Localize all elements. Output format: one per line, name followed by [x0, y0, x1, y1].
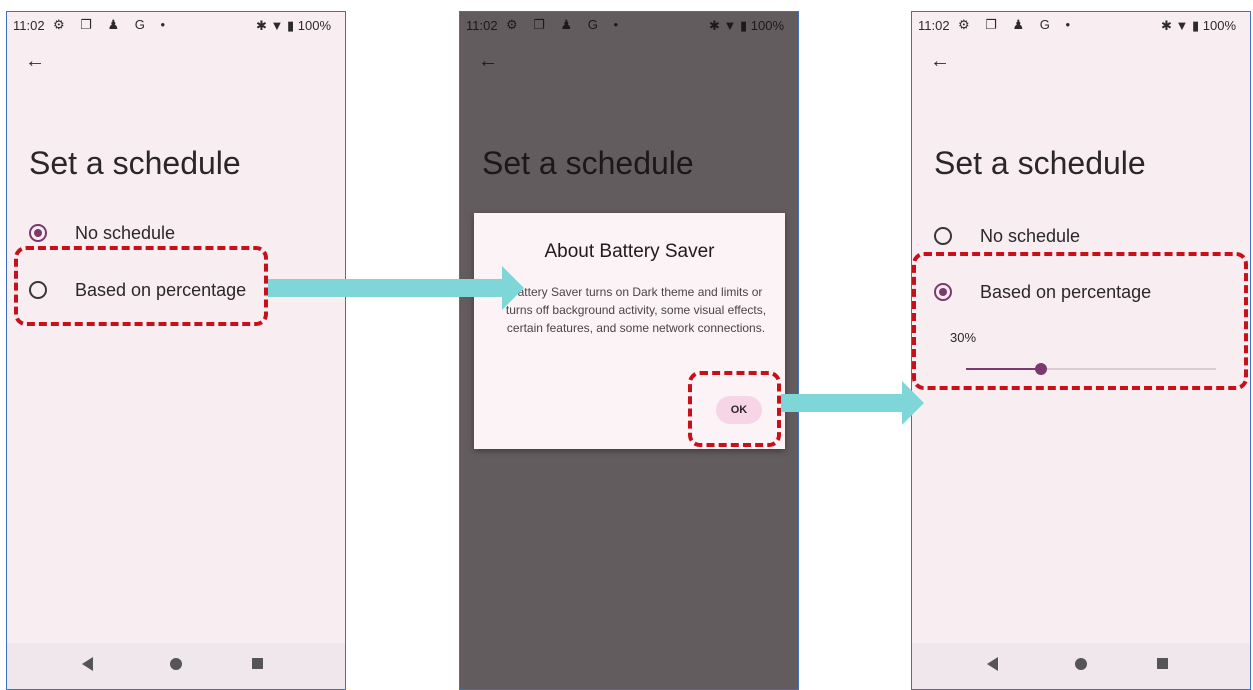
highlight-box: [912, 252, 1248, 390]
option-label: No schedule: [980, 225, 1081, 246]
nav-home-icon[interactable]: [1075, 658, 1087, 670]
flow-arrow-1: [268, 279, 502, 297]
flow-arrowhead-2: [902, 381, 924, 425]
phone-screen-1: 11:02 ⚙ ❐ ♟ G • ✱ ▼ ▮ 100% ← Set a sched…: [6, 11, 346, 690]
flow-arrow-2: [781, 394, 904, 412]
navigation-bar: [7, 643, 345, 689]
option-no-schedule[interactable]: No schedule: [29, 219, 175, 247]
status-icons: ⚙ ❐ ♟ G •: [53, 17, 172, 32]
page-title: Set a schedule: [934, 145, 1146, 181]
back-arrow-icon[interactable]: ←: [25, 50, 45, 73]
nav-back-icon[interactable]: [82, 657, 93, 671]
option-label: No schedule: [75, 222, 176, 243]
status-right: ✱ ▼ ▮ 100%: [256, 18, 331, 33]
nav-home-icon[interactable]: [170, 658, 182, 670]
status-right: ✱ ▼ ▮ 100%: [1161, 18, 1236, 33]
highlight-box: [688, 371, 781, 447]
radio-unselected-icon[interactable]: [934, 227, 952, 245]
nav-recents-icon[interactable]: [1157, 658, 1168, 669]
option-no-schedule[interactable]: No schedule: [934, 222, 1080, 250]
highlight-box: [14, 246, 268, 326]
flow-arrowhead-1: [502, 266, 524, 310]
nav-back-icon[interactable]: [987, 657, 998, 671]
status-time: 11:02: [918, 18, 950, 33]
dialog-body: Battery Saver turns on Dark theme and li…: [505, 285, 767, 335]
status-icons: ⚙ ❐ ♟ G •: [958, 17, 1077, 32]
status-bar: 11:02 ⚙ ❐ ♟ G • ✱ ▼ ▮ 100%: [7, 12, 345, 38]
back-arrow-icon[interactable]: ←: [930, 50, 950, 73]
status-time: 11:02: [13, 18, 45, 33]
status-bar: 11:02 ⚙ ❐ ♟ G • ✱ ▼ ▮ 100%: [912, 12, 1250, 38]
page-title: Set a schedule: [29, 145, 241, 181]
navigation-bar: [912, 643, 1250, 689]
nav-recents-icon[interactable]: [252, 658, 263, 669]
radio-selected-icon[interactable]: [29, 224, 47, 242]
dialog-title: About Battery Saver: [544, 241, 715, 262]
phone-screen-2: 11:02 ⚙ ❐ ♟ G • ✱ ▼ ▮ 100% ← Set a sched…: [459, 11, 799, 690]
